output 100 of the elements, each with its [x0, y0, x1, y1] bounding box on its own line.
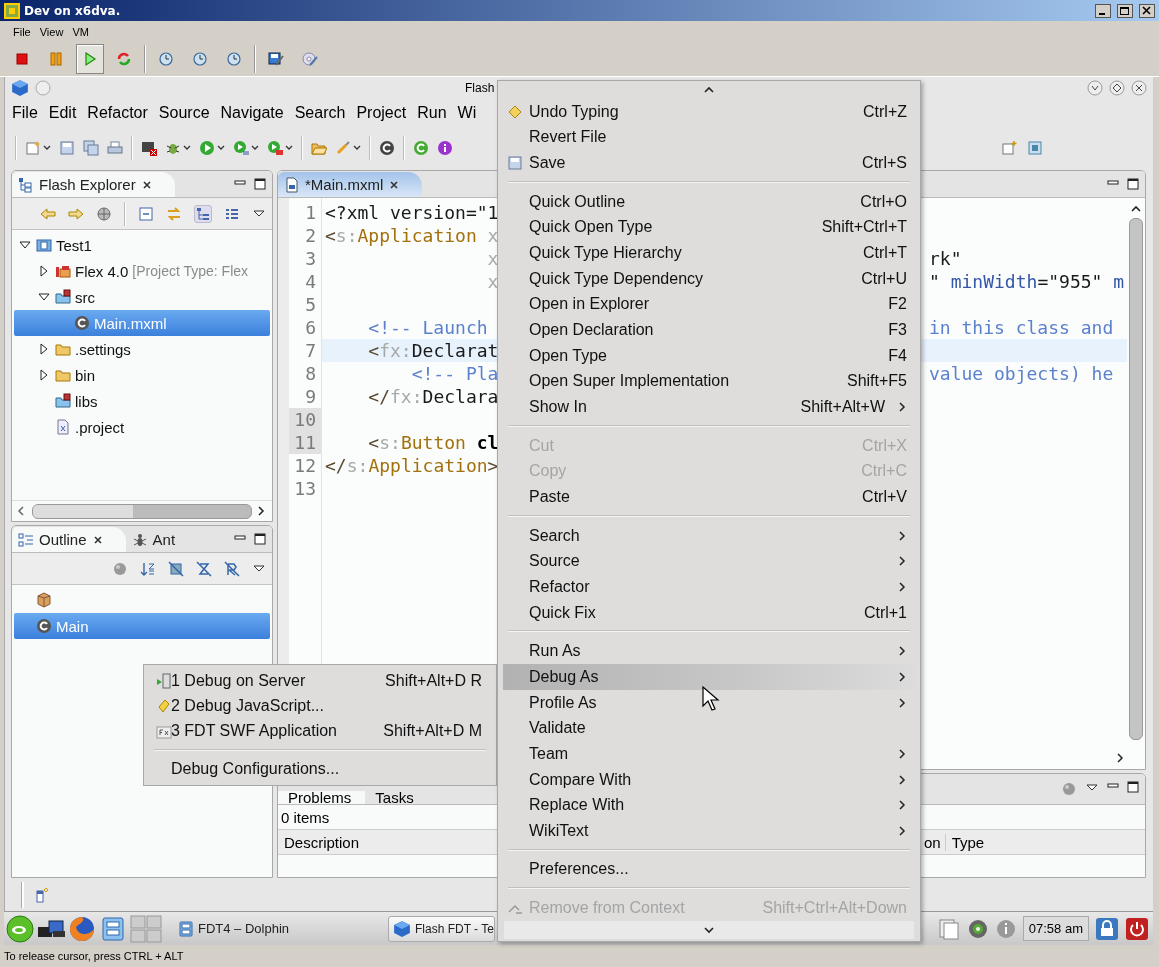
- code-text: </s:Application>: [325, 455, 499, 476]
- code-text: x: [486, 271, 499, 292]
- tree-label: Flex 4.0: [75, 262, 129, 280]
- menu-item[interactable]: Refactor: [87, 104, 148, 122]
- code-text: <s:Application x: [325, 225, 499, 246]
- menu-item[interactable]: Save Ctrl+S: [503, 150, 915, 176]
- code-text: <!-- Launch: [367, 317, 488, 338]
- menu-item[interactable]: Run As: [503, 638, 915, 665]
- window-title: Dev on x6dva.: [24, 3, 121, 18]
- tree-item[interactable]: .project: [14, 414, 270, 440]
- menu-item[interactable]: Quick Type Dependency Ctrl+U: [503, 265, 915, 292]
- menu-item[interactable]: Source: [158, 104, 210, 122]
- menu-item[interactable]: Open Super Implementation Shift+F5: [503, 368, 915, 395]
- line-number: 8: [304, 362, 317, 385]
- tree-label: .project: [75, 418, 125, 436]
- code-text: <fx:Declarat: [367, 340, 499, 361]
- tree-item[interactable]: libs: [14, 388, 270, 414]
- tree-label: .settings: [75, 340, 131, 358]
- tree-item[interactable]: Test1: [14, 232, 270, 258]
- menu-item[interactable]: Debug Configurations...: [144, 756, 496, 782]
- menu-item[interactable]: Paste Ctrl+V: [503, 484, 915, 510]
- column-header[interactable]: Type: [944, 833, 985, 851]
- tree-label: libs: [75, 392, 98, 410]
- code-text: in this class and: [929, 316, 1114, 339]
- menu-item[interactable]: Team: [503, 741, 915, 767]
- editor-tab[interactable]: *Main.mxml: [278, 172, 423, 197]
- menu-item[interactable]: Search: [294, 104, 346, 122]
- menu-item[interactable]: Edit: [48, 104, 77, 122]
- panel-tab[interactable]: Flash Explorer: [12, 172, 175, 197]
- tree-item[interactable]: src: [14, 284, 270, 310]
- menu-item[interactable]: Quick Type Hierarchy Ctrl+T: [503, 240, 915, 266]
- line-number: 5: [304, 293, 317, 316]
- panel-tab[interactable]: Problems: [278, 791, 366, 804]
- menu-item[interactable]: 1 Debug on Server Shift+Alt+D R: [144, 668, 496, 694]
- tree-label: bin: [75, 366, 96, 384]
- column-header[interactable]: on: [924, 833, 941, 851]
- menu-item[interactable]: Navigate: [220, 104, 284, 122]
- line-number: 3: [304, 247, 317, 270]
- menu-item[interactable]: Open in Explorer F2: [503, 291, 915, 318]
- tree-label: src: [75, 288, 95, 306]
- menu-item[interactable]: Open Type F4: [503, 342, 915, 369]
- menu-item[interactable]: View: [36, 25, 70, 38]
- panel-tab[interactable]: Outline: [12, 527, 126, 552]
- outline-label: Main: [56, 617, 89, 635]
- window-title: Flash: [465, 80, 495, 95]
- line-number: 11: [289, 431, 321, 454]
- menu-item[interactable]: 3 FDT SWF Application Shift+Alt+D M: [144, 718, 496, 744]
- menu-item[interactable]: Replace With: [503, 792, 915, 818]
- code-text: <!-- Pla: [410, 363, 499, 384]
- code-text: " minWidth="955" m: [929, 270, 1125, 293]
- tree-item[interactable]: Flex 4.0 [Project Type: Flex: [14, 258, 270, 284]
- menu-item[interactable]: VM: [69, 25, 95, 38]
- code-text: <?xml version="1: [325, 202, 499, 223]
- panel-tab[interactable]: Ant: [125, 527, 198, 552]
- menu-item[interactable]: File: [12, 104, 38, 122]
- status-text: To release cursor, press CTRL + ALT: [4, 950, 184, 962]
- line-number: 6: [304, 316, 317, 339]
- menu-item[interactable]: Validate: [503, 715, 915, 742]
- menu-item[interactable]: Wi: [457, 104, 477, 122]
- menu-item[interactable]: File: [10, 25, 37, 38]
- menu-item[interactable]: Compare With: [503, 766, 915, 793]
- tree-detail: [Project Type: Flex: [132, 263, 249, 279]
- line-number: 12: [293, 454, 317, 477]
- menu-item[interactable]: Refactor: [503, 574, 915, 600]
- code-text: x: [486, 248, 499, 269]
- menu-item[interactable]: Source: [503, 548, 915, 575]
- menu-item[interactable]: Preferences...: [503, 856, 915, 883]
- menu-item[interactable]: Quick Fix Ctrl+1: [503, 599, 915, 626]
- menu-item[interactable]: Quick Outline Ctrl+O: [503, 188, 915, 215]
- tree-label: Test1: [56, 236, 92, 254]
- task-button[interactable]: Flash FDT - Te: [388, 915, 495, 942]
- menu-item[interactable]: Show In Shift+Alt+W: [503, 394, 915, 420]
- menu-item[interactable]: 2 Debug JavaScript...: [144, 693, 496, 719]
- panel-tab[interactable]: Tasks: [365, 791, 428, 804]
- line-number: 9: [304, 385, 317, 408]
- menu-item[interactable]: Revert File: [503, 124, 915, 151]
- line-number: 2: [304, 224, 317, 247]
- tree-item[interactable]: bin: [14, 362, 270, 388]
- tree-item[interactable]: .settings: [14, 336, 270, 362]
- menu-item[interactable]: Profile As: [503, 689, 915, 716]
- menu-item[interactable]: Open Declaration F3: [503, 317, 915, 343]
- line-number: 7: [304, 339, 317, 362]
- line-number: 13: [293, 477, 317, 500]
- clock: 07:58 am: [1022, 916, 1089, 941]
- code-text: <s:Button cl: [367, 432, 499, 453]
- item-count: 0 items: [281, 808, 330, 826]
- code-text: value objects) he: [929, 362, 1114, 385]
- menu-item[interactable]: WikiText: [503, 818, 915, 844]
- menu-item[interactable]: Project: [356, 104, 407, 122]
- menu-item[interactable]: Search: [503, 522, 915, 549]
- line-number: 4: [304, 270, 317, 293]
- tree-label: Main.mxml: [94, 314, 167, 332]
- menu-item[interactable]: Quick Open Type Shift+Ctrl+T: [503, 214, 915, 241]
- menu-item[interactable]: Undo Typing Ctrl+Z: [503, 99, 915, 125]
- line-number: 10: [289, 408, 321, 431]
- code-text: </fx:Declara: [367, 386, 499, 407]
- menu-item[interactable]: Run: [417, 104, 447, 122]
- code-text: rk": [929, 247, 962, 270]
- line-number: 1: [304, 201, 317, 224]
- task-button[interactable]: FDT4 – Dolphin: [171, 915, 385, 942]
